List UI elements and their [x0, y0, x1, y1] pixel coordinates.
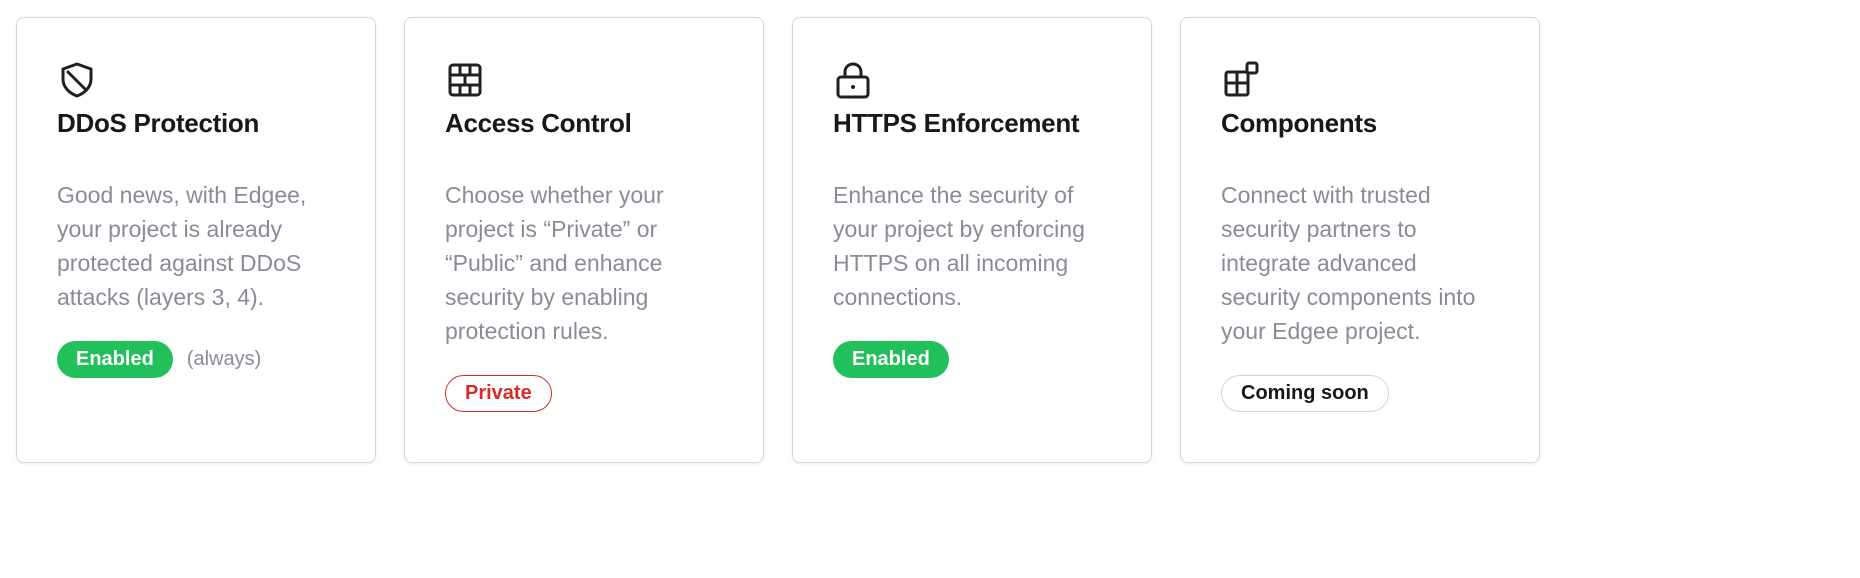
card-description: Choose whether your project is “Private”…	[445, 182, 664, 344]
status-badge-enabled: Enabled	[833, 341, 949, 378]
card-description: Good news, with Edgee, your project is a…	[57, 182, 307, 310]
card-description: Enhance the security of your project by …	[833, 182, 1085, 310]
status-badge-private: Private	[445, 375, 552, 412]
card-title: Components	[1221, 108, 1377, 138]
status-row: Enabled	[833, 341, 1111, 378]
card-access-control[interactable]: Access Control Choose whether your proje…	[404, 17, 764, 463]
card-description: Connect with trusted security partners t…	[1221, 182, 1476, 344]
lock-icon	[833, 60, 873, 100]
card-ddos-protection[interactable]: DDoS Protection Good news, with Edgee, y…	[16, 17, 376, 463]
card-title: HTTPS Enforcement	[833, 108, 1080, 138]
status-row: Coming soon	[1221, 375, 1499, 412]
status-row: Private	[445, 375, 723, 412]
status-badge-enabled: Enabled	[57, 341, 173, 378]
status-badge-coming-soon: Coming soon	[1221, 375, 1389, 412]
status-row: Enabled (always)	[57, 341, 335, 378]
card-title: DDoS Protection	[57, 108, 260, 138]
firewall-icon	[445, 60, 485, 100]
components-icon	[1221, 60, 1261, 100]
security-features-grid: DDoS Protection Good news, with Edgee, y…	[16, 17, 1540, 463]
card-components[interactable]: Components Connect with trusted security…	[1180, 17, 1540, 463]
card-https-enforcement[interactable]: HTTPS Enforcement Enhance the security o…	[792, 17, 1152, 463]
status-note: (always)	[186, 348, 262, 370]
shield-icon	[57, 60, 97, 100]
card-title: Access Control	[445, 108, 632, 138]
